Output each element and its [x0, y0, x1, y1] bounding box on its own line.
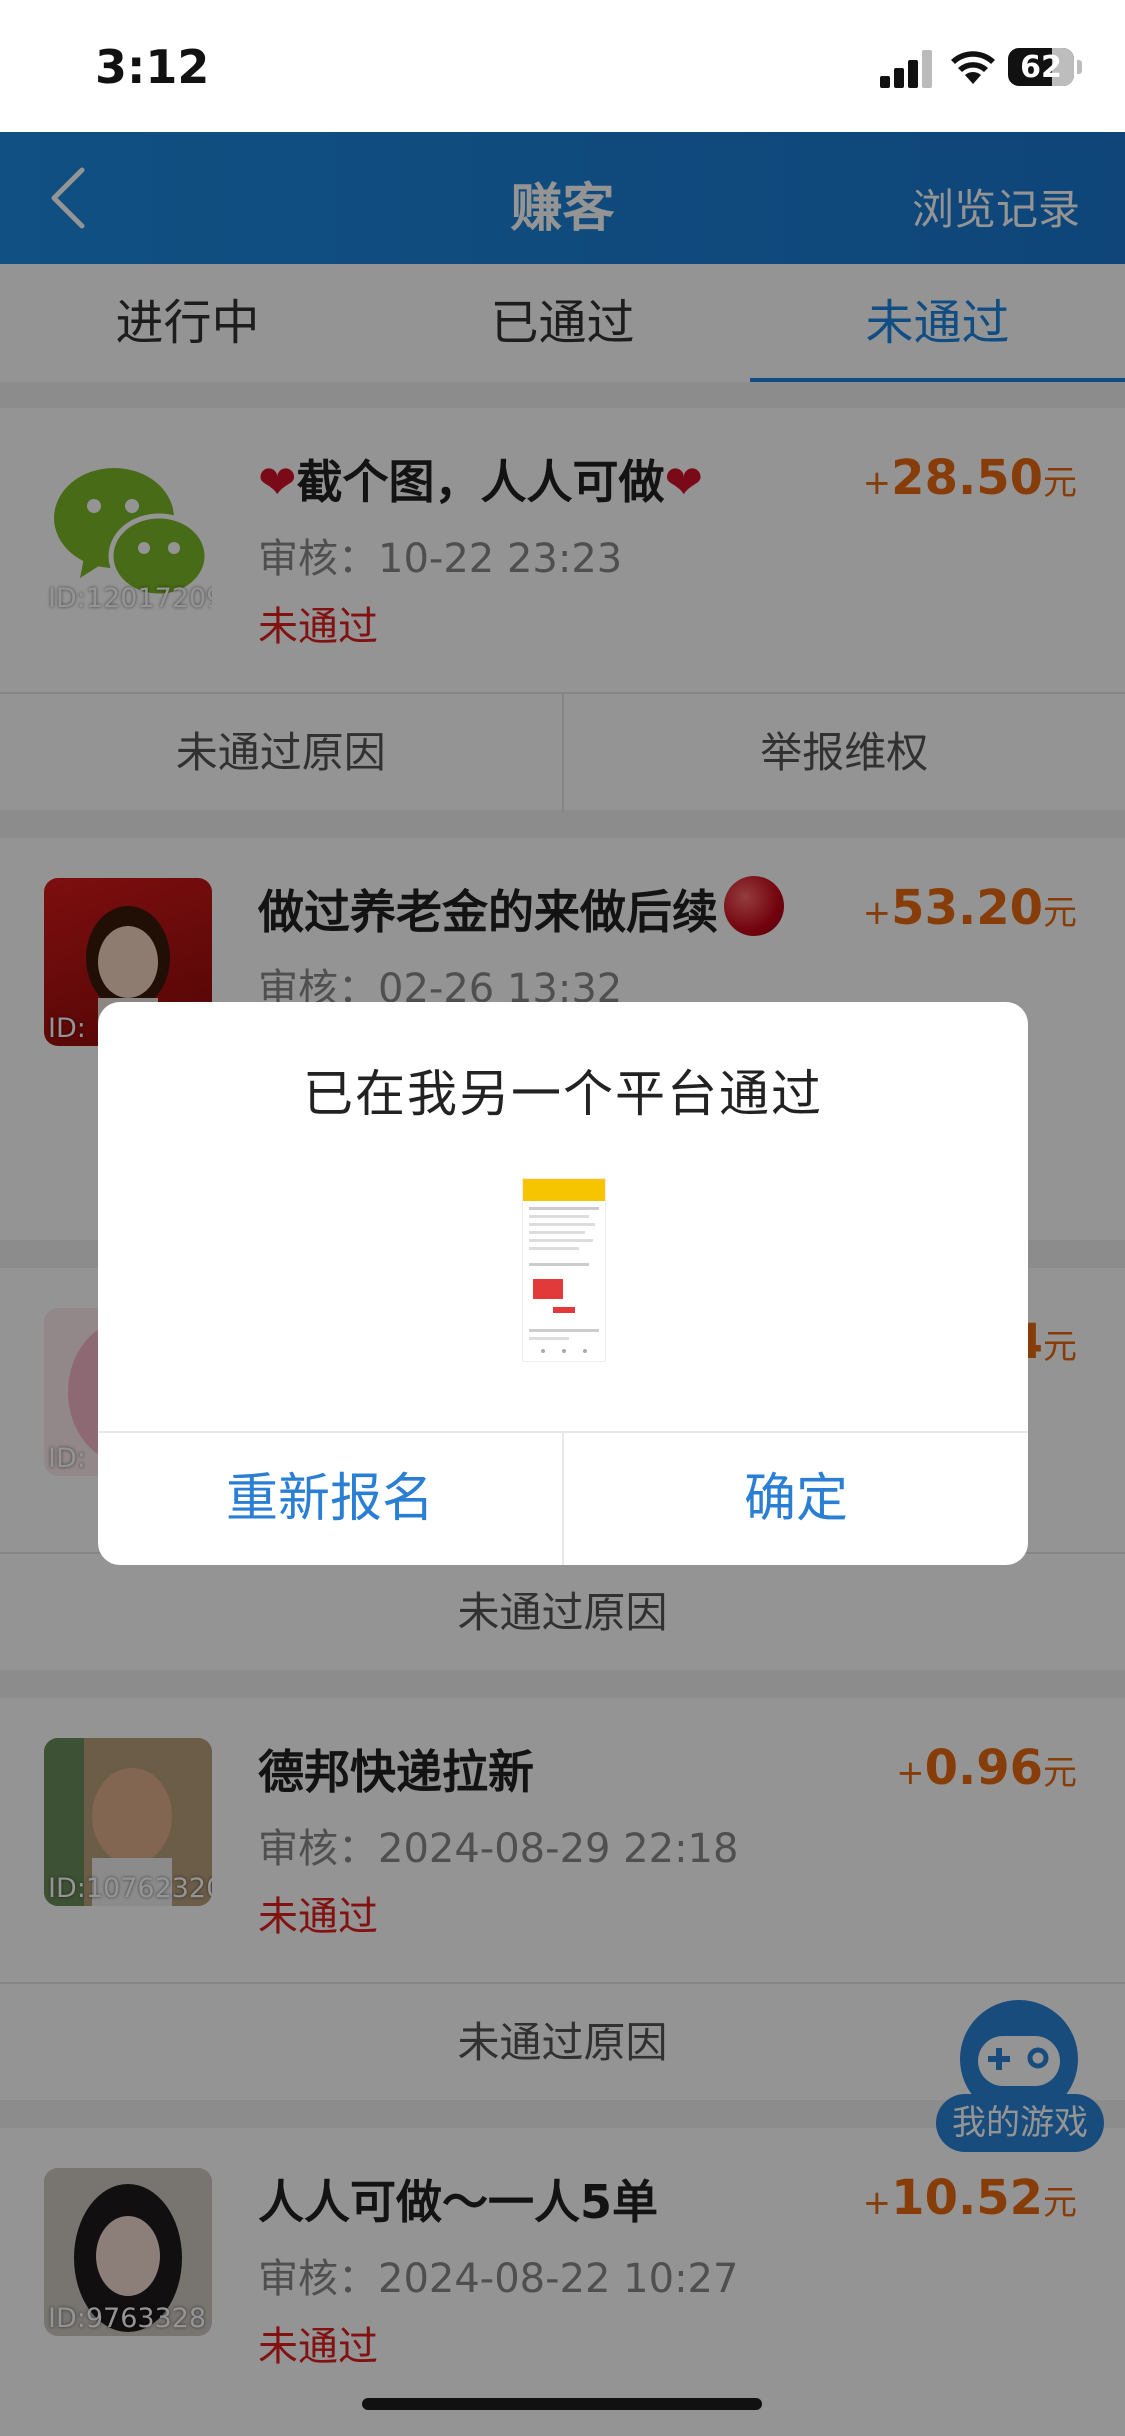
re-register-button[interactable]: 重新报名 — [98, 1433, 562, 1565]
confirm-button[interactable]: 确定 — [562, 1433, 1028, 1565]
battery-icon: 62 — [1008, 48, 1074, 86]
dialog-message: 已在我另一个平台通过 — [303, 1065, 823, 1123]
status-bar: 3:12 62 — [0, 0, 1125, 132]
dialog: 已在我另一个平台通过 重新报名 确定 — [98, 1002, 1028, 1565]
dialog-buttons: 重新报名 确定 — [98, 1431, 1028, 1565]
status-time: 3:12 — [95, 40, 210, 94]
wifi-icon — [951, 51, 995, 84]
dialog-screenshot-thumbnail[interactable] — [522, 1178, 606, 1362]
cellular-signal-icon — [880, 50, 934, 88]
battery-level: 62 — [1020, 50, 1062, 85]
home-indicator[interactable] — [362, 2398, 762, 2410]
